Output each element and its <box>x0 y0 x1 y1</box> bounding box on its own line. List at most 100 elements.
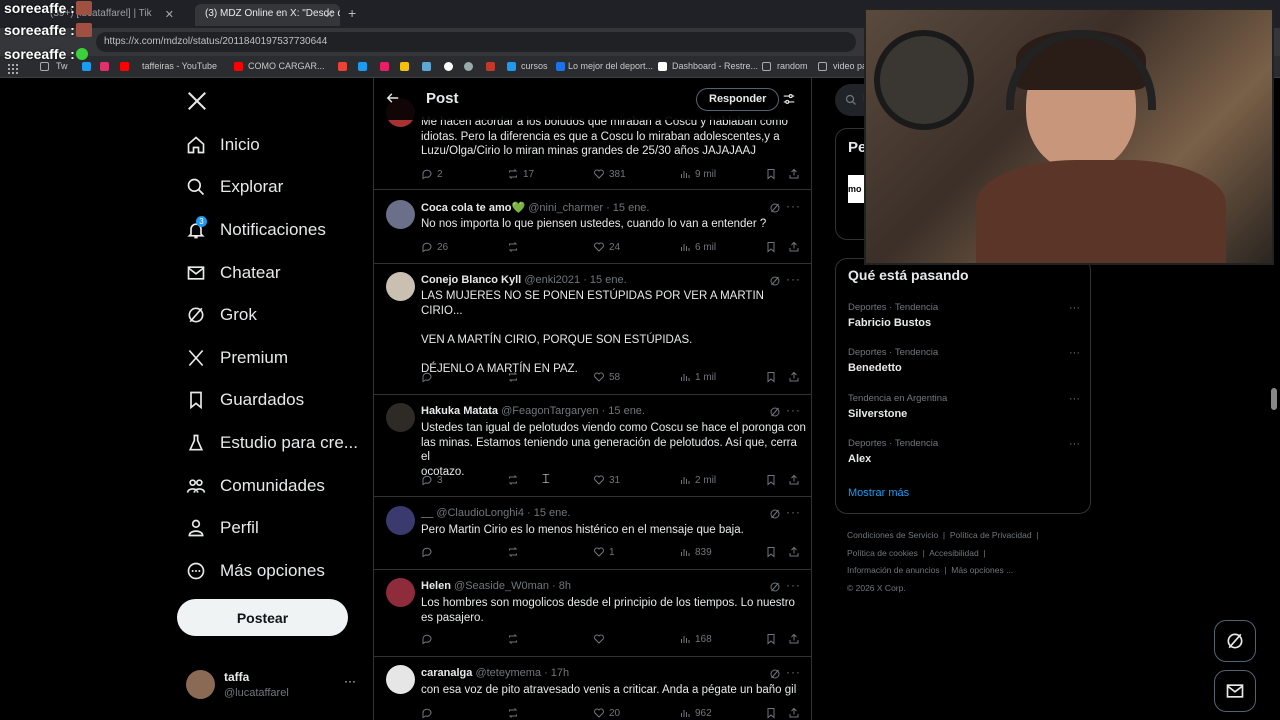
messages-float-button[interactable] <box>1214 670 1256 712</box>
tweet-time[interactable]: · 15 ene. <box>606 202 649 214</box>
tweet[interactable]: Hakuka Matata @FeagonTargaryen · 15 ene.… <box>374 395 811 497</box>
bookmark-button[interactable] <box>765 546 781 558</box>
bookmark-item[interactable]: video pa <box>833 61 867 71</box>
grok-icon[interactable] <box>769 508 781 520</box>
views-button[interactable]: 2 mil <box>679 474 716 486</box>
tweet[interactable]: caranalga @teteymema · 17h ··· con esa v… <box>374 657 811 720</box>
footer-link[interactable]: Información de anuncios <box>847 565 940 575</box>
reply-button[interactable] <box>421 546 437 558</box>
reply-button[interactable]: Responder <box>696 88 780 111</box>
author-name[interactable]: Conejo Blanco Kyll <box>421 274 521 286</box>
author-handle[interactable]: @enki2021 <box>524 274 580 286</box>
tweet-time[interactable]: · 17h <box>544 667 569 679</box>
more-icon[interactable]: ··· <box>1069 438 1080 450</box>
footer-link[interactable]: Política de cookies <box>847 548 918 558</box>
author-handle[interactable]: @ClaudioLonghi4 <box>436 507 524 519</box>
repost-button[interactable] <box>507 546 523 558</box>
share-button[interactable] <box>788 633 804 645</box>
avatar[interactable] <box>386 403 415 432</box>
tweet-time[interactable]: · 8h <box>552 580 571 592</box>
sidebar-item-guardados[interactable]: Guardados <box>186 385 304 415</box>
more-icon[interactable]: ··· <box>1069 347 1080 359</box>
views-button[interactable]: 962 <box>679 707 712 719</box>
views-button[interactable]: 1 mil <box>679 371 716 383</box>
reply-button[interactable] <box>421 371 437 383</box>
trend-item[interactable]: Deportes · Tendencia Fabricio Bustos ··· <box>848 302 1080 329</box>
repost-button[interactable]: 17 <box>507 168 534 180</box>
footer-link[interactable]: Condiciones de Servicio <box>847 530 938 540</box>
share-button[interactable] <box>788 241 804 253</box>
bookmark-button[interactable] <box>765 241 781 253</box>
author-name[interactable]: Hakuka Matata <box>421 405 498 417</box>
filter-icon[interactable] <box>782 92 796 111</box>
avatar[interactable] <box>386 506 415 535</box>
more-icon[interactable]: ··· <box>344 674 356 688</box>
bookmark-button[interactable] <box>765 371 781 383</box>
sidebar-item-mas-opciones[interactable]: Más opciones <box>186 556 325 586</box>
bookmark-item[interactable]: COMO CARGAR... <box>248 61 325 71</box>
post-button[interactable]: Postear <box>177 599 348 636</box>
x-logo-icon[interactable] <box>186 90 208 117</box>
reply-button[interactable] <box>421 633 437 645</box>
author-handle[interactable]: @Seaside_W0man <box>454 580 549 592</box>
like-button[interactable]: 58 <box>593 371 620 383</box>
back-arrow-icon[interactable] <box>386 91 400 110</box>
grok-icon[interactable] <box>769 275 781 287</box>
apps-grid-icon[interactable] <box>8 61 18 74</box>
sidebar-item-grok[interactable]: Grok <box>186 300 257 330</box>
more-icon[interactable]: ··· <box>786 578 801 592</box>
bookmark-item[interactable]: random <box>777 61 808 71</box>
bookmark-item[interactable]: Lo mejor del deport... <box>568 61 653 71</box>
author-handle[interactable]: @teteymema <box>475 667 541 679</box>
more-icon[interactable]: ··· <box>786 505 801 519</box>
sidebar-item-comunidades[interactable]: Comunidades <box>186 471 325 501</box>
trend-item[interactable]: Deportes · Tendencia Benedetto ··· <box>848 347 1080 374</box>
trend-item[interactable]: Deportes · Tendencia Alex ··· <box>848 438 1080 465</box>
footer-link[interactable]: Política de Privacidad <box>950 530 1032 540</box>
like-button[interactable]: 31 <box>593 474 620 486</box>
share-button[interactable] <box>788 168 804 180</box>
author-handle[interactable]: @nini_charmer <box>528 202 603 214</box>
sidebar-item-estudio[interactable]: Estudio para cre... <box>186 428 358 458</box>
repost-button[interactable] <box>507 707 523 719</box>
grok-icon[interactable] <box>769 202 781 214</box>
bookmark-button[interactable] <box>765 707 781 719</box>
tweet-time[interactable]: · 15 ene. <box>527 507 570 519</box>
more-icon[interactable]: ··· <box>786 665 801 679</box>
share-button[interactable] <box>788 546 804 558</box>
sidebar-item-inicio[interactable]: Inicio <box>186 130 260 160</box>
avatar[interactable] <box>386 272 415 301</box>
author-name[interactable]: Coca cola te amo💚 <box>421 202 525 214</box>
reply-button[interactable]: 3 <box>421 474 443 486</box>
repost-button[interactable] <box>507 371 523 383</box>
grok-float-button[interactable] <box>1214 620 1256 662</box>
tweet[interactable]: __ @ClaudioLonghi4 · 15 ene. ··· Pero Ma… <box>374 497 811 570</box>
browser-tab-active[interactable]: (3) MDZ Online en X: "Desde q ✕ <box>195 4 340 26</box>
bookmark-item[interactable]: Dashboard - Restre... <box>672 61 758 71</box>
tweet[interactable]: Helen @Seaside_W0man · 8h ··· Los hombre… <box>374 570 811 657</box>
sidebar-item-premium[interactable]: Premium <box>186 343 288 373</box>
grok-icon[interactable] <box>769 668 781 680</box>
new-tab-button[interactable]: + <box>348 5 356 21</box>
views-button[interactable]: 9 mil <box>679 168 716 180</box>
share-button[interactable] <box>788 371 804 383</box>
show-more-link[interactable]: Mostrar más <box>848 487 909 499</box>
reply-button[interactable] <box>421 707 437 719</box>
bookmark-item[interactable]: Tw <box>56 61 68 71</box>
like-button[interactable]: 24 <box>593 241 620 253</box>
bookmark-button[interactable] <box>765 474 781 486</box>
bookmark-item[interactable]: cursos <box>521 61 548 71</box>
tweet[interactable]: Conejo Blanco Kyll @enki2021 · 15 ene. ·… <box>374 264 811 395</box>
author-handle[interactable]: @FeagonTargaryen <box>501 405 598 417</box>
like-button[interactable]: 1 <box>593 546 615 558</box>
repost-button[interactable] <box>507 474 523 486</box>
more-icon[interactable]: ··· <box>786 272 801 286</box>
like-button[interactable]: 381 <box>593 168 626 180</box>
grok-icon[interactable] <box>769 581 781 593</box>
footer-link[interactable]: Accesibilidad <box>929 548 979 558</box>
reply-button[interactable]: 26 <box>421 241 448 253</box>
grok-icon[interactable] <box>769 406 781 418</box>
like-button[interactable] <box>593 633 609 645</box>
sidebar-item-explorar[interactable]: Explorar <box>186 172 283 202</box>
tweet[interactable]: Coca cola te amo💚 @nini_charmer · 15 ene… <box>374 190 811 264</box>
